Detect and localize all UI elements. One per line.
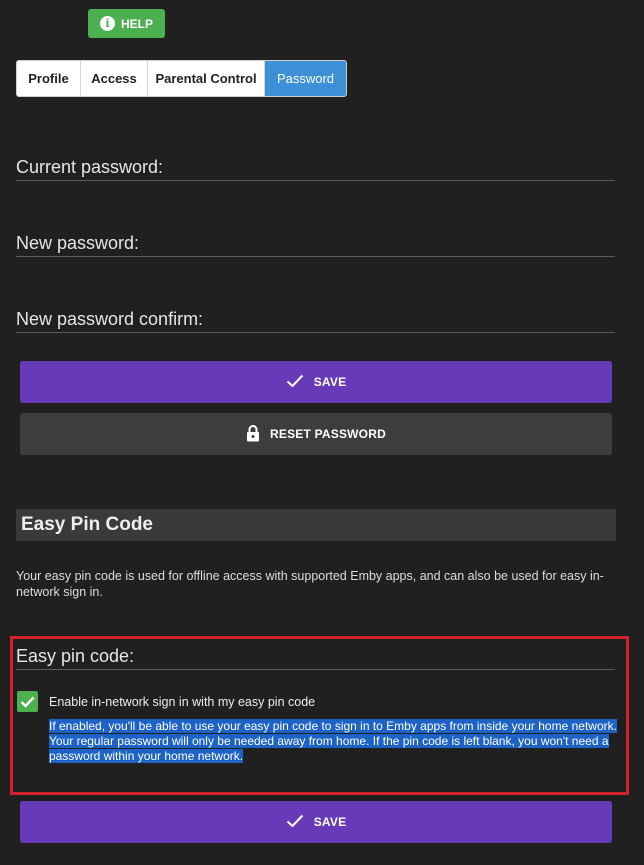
- tab-profile[interactable]: Profile: [17, 61, 81, 96]
- current-password-input[interactable]: [16, 180, 615, 181]
- checkmark-icon: [286, 814, 304, 831]
- easy-pin-checkbox-help: If enabled, you'll be able to use your e…: [49, 719, 619, 764]
- confirm-password-input[interactable]: [16, 332, 615, 333]
- easy-pin-label: Easy pin code:: [16, 646, 135, 666]
- info-icon: i: [99, 16, 115, 31]
- user-tabs: Profile Access Parental Control Password: [16, 60, 347, 97]
- easy-pin-input[interactable]: [16, 669, 615, 670]
- save-password-button[interactable]: SAVE: [20, 361, 612, 403]
- easy-pin-checkbox[interactable]: [17, 691, 38, 712]
- easy-pin-description: Your easy pin code is used for offline a…: [16, 569, 604, 599]
- help-button-label: HELP: [120, 16, 153, 31]
- new-password-label: New password:: [16, 233, 140, 253]
- lock-icon: [246, 424, 260, 445]
- new-password-field[interactable]: New password:: [16, 233, 615, 257]
- checkbox-check-icon: [20, 696, 35, 708]
- reset-password-label: RESET PASSWORD: [270, 427, 386, 441]
- easy-pin-help-text: If enabled, you'll be able to use your e…: [49, 719, 617, 763]
- save-password-label: SAVE: [313, 375, 347, 389]
- help-button[interactable]: i HELP: [88, 9, 165, 38]
- current-password-label: Current password:: [16, 157, 164, 177]
- easy-pin-heading: Easy Pin Code: [16, 509, 616, 541]
- new-password-input[interactable]: [16, 256, 615, 257]
- easy-pin-checkbox-label[interactable]: Enable in-network sign in with my easy p…: [49, 695, 315, 709]
- tab-parental-control[interactable]: Parental Control: [148, 61, 265, 96]
- tab-access[interactable]: Access: [81, 61, 148, 96]
- easy-pin-heading-text: Easy Pin Code: [21, 514, 153, 535]
- save-pin-button[interactable]: SAVE: [20, 801, 612, 843]
- easy-pin-field[interactable]: Easy pin code:: [16, 646, 615, 670]
- tab-password[interactable]: Password: [265, 61, 346, 96]
- confirm-password-label: New password confirm:: [16, 309, 204, 329]
- save-pin-label: SAVE: [313, 815, 347, 829]
- confirm-password-field[interactable]: New password confirm:: [16, 309, 615, 333]
- reset-password-button[interactable]: RESET PASSWORD: [20, 413, 612, 455]
- current-password-field[interactable]: Current password:: [16, 157, 615, 181]
- checkmark-icon: [286, 374, 304, 391]
